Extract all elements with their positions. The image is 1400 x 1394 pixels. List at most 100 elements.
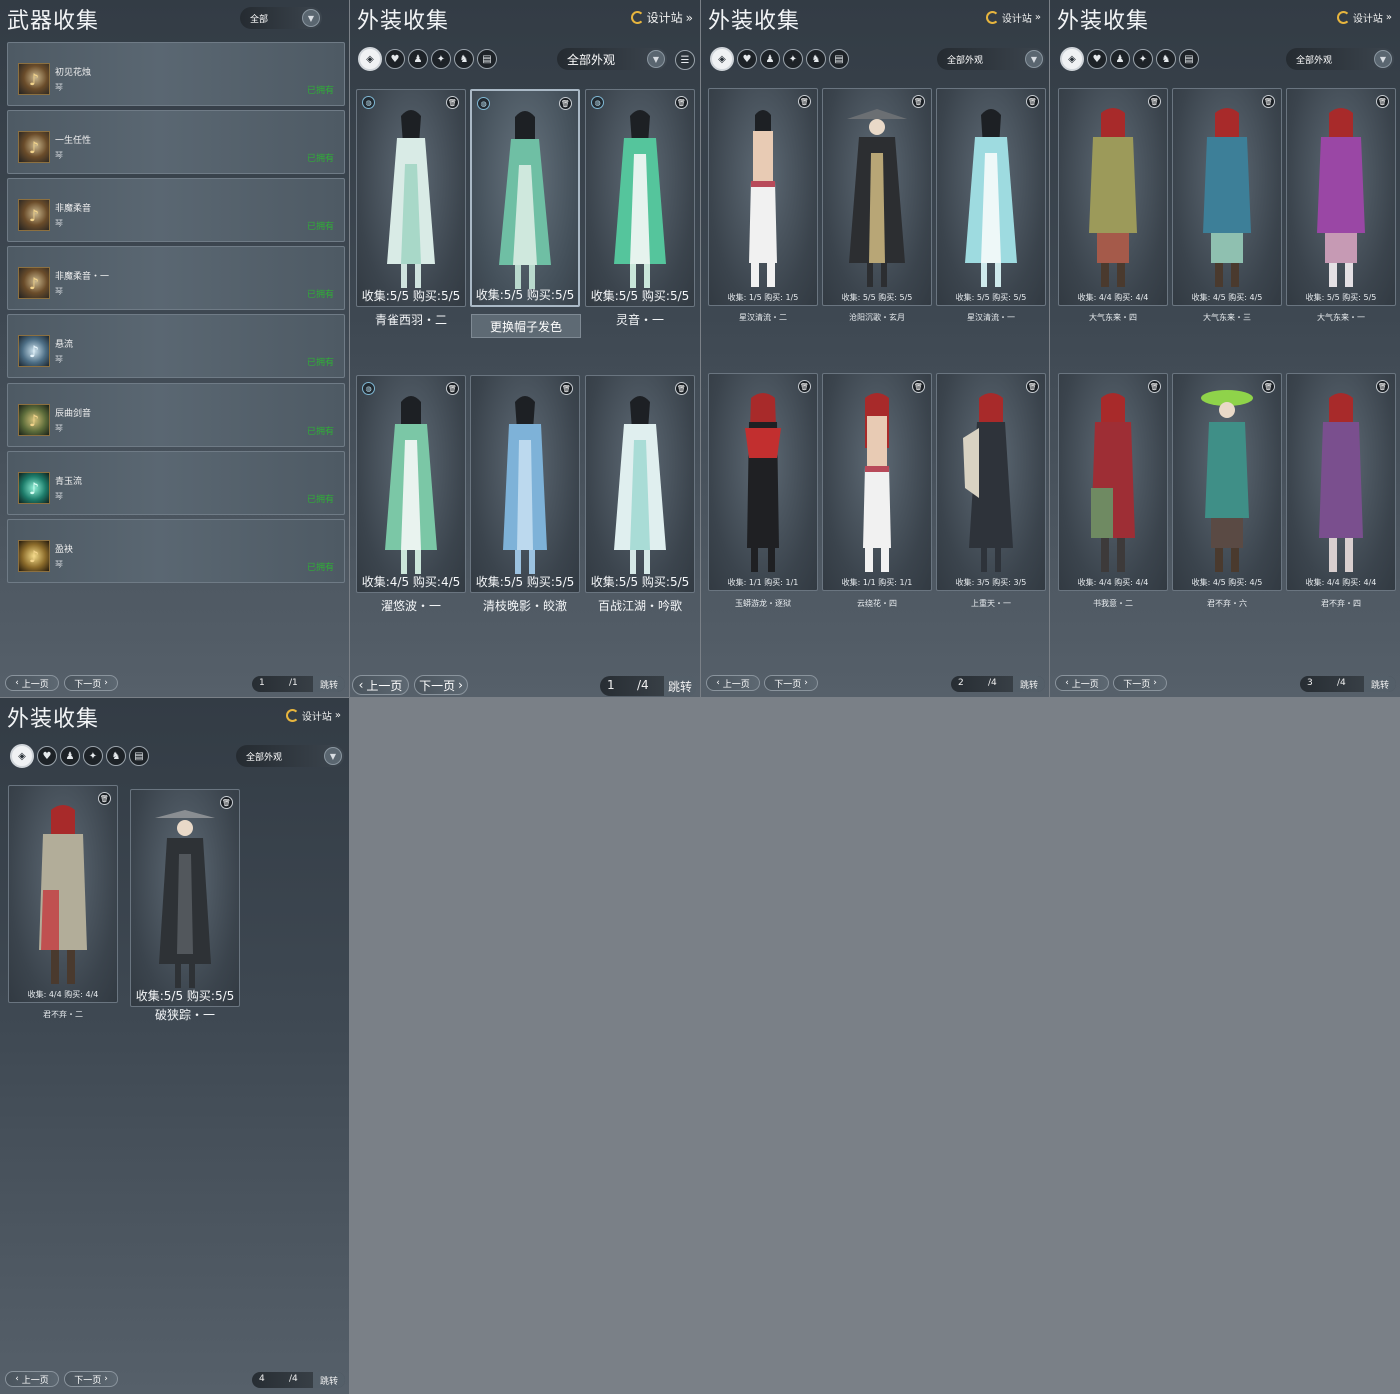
all-category-icon[interactable]: ◈ [1060,47,1084,71]
design-site-link[interactable]: 设计站 » [1336,10,1392,25]
trash-icon[interactable]: 🗑 [220,796,233,809]
outfit-card[interactable]: 🗑 收集: 4/4 购买: 4/4 [1058,373,1168,591]
outfit-filter-dropdown[interactable]: 全部外观 ▼ [557,48,667,70]
hat-dye-icon[interactable]: ◍ [362,382,375,395]
clothing-icon[interactable]: ♥ [385,49,405,69]
outfit-card[interactable]: 🗑 收集: 4/5 购买: 4/5 [1172,88,1282,306]
trash-icon[interactable]: 🗑 [1148,95,1161,108]
hair-icon[interactable]: ♟ [760,49,780,69]
all-category-icon[interactable]: ◈ [358,47,382,71]
jump-button[interactable]: 跳转 [313,676,345,692]
page-input[interactable]: 3 [1307,678,1313,688]
trash-icon[interactable]: 🗑 [798,380,811,393]
trash-icon[interactable]: 🗑 [912,95,925,108]
outfit-card[interactable]: 🗑 收集: 5/5 购买: 5/5 [936,88,1046,306]
trash-icon[interactable]: 🗑 [1026,95,1039,108]
outfit-card[interactable]: 🗑 收集:5/5 购买:5/5 [585,375,695,593]
outfit-card-selected[interactable]: ◍ 🗑 收集:5/5 购买:5/5 [470,89,580,307]
outfit-filter-dropdown[interactable]: 全部外观 ▼ [236,745,344,767]
hair-icon[interactable]: ♟ [1110,49,1130,69]
page-input[interactable]: 4 [259,1374,265,1384]
jump-button[interactable]: 跳转 [313,1372,345,1388]
prev-page-button[interactable]: ‹ 上一页 [1055,675,1109,691]
jump-button[interactable]: 跳转 [1013,676,1045,692]
design-site-link[interactable]: 设计站 » [285,708,341,723]
outfit-card[interactable]: ◍ 🗑 收集:5/5 购买:5/5 [356,89,466,307]
trash-icon[interactable]: 🗑 [1026,380,1039,393]
outfit-card[interactable]: 🗑 收集: 4/4 购买: 4/4 [1058,88,1168,306]
trash-icon[interactable]: 🗑 [675,382,688,395]
outfit-card[interactable]: 🗑 收集: 5/5 购买: 5/5 [822,88,932,306]
hat-dye-icon[interactable]: ◍ [362,96,375,109]
outfit-card[interactable]: 🗑 收集: 4/4 购买: 4/4 [1286,373,1396,591]
outfit-card[interactable]: 🗑 收集: 5/5 购买: 5/5 [1286,88,1396,306]
outfit-card[interactable]: 🗑 收集: 3/5 购买: 3/5 [936,373,1046,591]
design-site-link[interactable]: 设计站 » [630,9,693,26]
next-page-button[interactable]: 下一页 › [764,675,818,691]
feather-icon[interactable]: ✦ [83,746,103,766]
outfit-card[interactable]: 🗑 收集:5/5 购买:5/5 [130,789,240,1007]
weapon-filter-dropdown[interactable]: 全部 ▼ [240,7,322,29]
trash-icon[interactable]: 🗑 [98,792,111,805]
mount-icon[interactable]: ♞ [454,49,474,69]
outfit-filter-dropdown[interactable]: 全部外观 ▼ [1286,48,1394,70]
prev-page-button[interactable]: ‹ 上一页 [706,675,760,691]
prev-page-button[interactable]: ‹ 上一页 [352,675,409,695]
page-input[interactable]: 2 [958,678,964,688]
change-hat-color-tooltip[interactable]: 更换帽子发色 [471,314,581,338]
trash-icon[interactable]: 🗑 [798,95,811,108]
trash-icon[interactable]: 🗑 [675,96,688,109]
scroll-icon[interactable]: ▤ [477,49,497,69]
trash-icon[interactable]: 🗑 [1262,95,1275,108]
prev-page-button[interactable]: ‹ 上一页 [5,1371,59,1387]
all-category-icon[interactable]: ◈ [10,744,34,768]
page-input[interactable]: 1 [259,678,265,688]
trash-icon[interactable]: 🗑 [1376,380,1389,393]
clothing-icon[interactable]: ♥ [1087,49,1107,69]
weapon-item[interactable]: ♪ 盈袂 琴 已拥有 [7,519,345,583]
next-page-button[interactable]: 下一页 › [414,675,468,695]
sort-filter-icon[interactable]: ☰ [675,50,695,70]
next-page-button[interactable]: 下一页 › [64,1371,118,1387]
weapon-item[interactable]: ♪ 非魔柔音 琴 已拥有 [7,178,345,242]
outfit-card[interactable]: 🗑 收集: 4/4 购买: 4/4 [8,785,118,1003]
weapon-item[interactable]: ♪ 初见花烛 琴 已拥有 [7,42,345,106]
trash-icon[interactable]: 🗑 [1148,380,1161,393]
mount-icon[interactable]: ♞ [806,49,826,69]
hair-icon[interactable]: ♟ [60,746,80,766]
scroll-icon[interactable]: ▤ [829,49,849,69]
outfit-card[interactable]: ◍ 🗑 收集:4/5 购买:4/5 [356,375,466,593]
all-category-icon[interactable]: ◈ [710,47,734,71]
weapon-item[interactable]: ♪ 悬流 琴 已拥有 [7,314,345,378]
next-page-button[interactable]: 下一页 › [1113,675,1167,691]
feather-icon[interactable]: ✦ [1133,49,1153,69]
weapon-item[interactable]: ♪ 非魔柔音・一 琴 已拥有 [7,246,345,310]
trash-icon[interactable]: 🗑 [1376,95,1389,108]
outfit-card[interactable]: 🗑 收集: 1/5 购买: 1/5 [708,88,818,306]
scroll-icon[interactable]: ▤ [1179,49,1199,69]
mount-icon[interactable]: ♞ [1156,49,1176,69]
outfit-card[interactable]: 🗑 收集: 1/1 购买: 1/1 [708,373,818,591]
scroll-icon[interactable]: ▤ [129,746,149,766]
trash-icon[interactable]: 🗑 [446,382,459,395]
feather-icon[interactable]: ✦ [431,49,451,69]
feather-icon[interactable]: ✦ [783,49,803,69]
hair-icon[interactable]: ♟ [408,49,428,69]
jump-button[interactable]: 跳转 [1364,676,1396,692]
outfit-card[interactable]: ◍ 🗑 收集:5/5 购买:5/5 [585,89,695,307]
outfit-card[interactable]: 🗑 收集: 1/1 购买: 1/1 [822,373,932,591]
outfit-card[interactable]: 🗑 收集:5/5 购买:5/5 [470,375,580,593]
weapon-item[interactable]: ♪ 辰曲剑音 琴 已拥有 [7,383,345,447]
jump-button[interactable]: 跳转 [664,676,696,696]
trash-icon[interactable]: 🗑 [446,96,459,109]
hat-dye-icon[interactable]: ◍ [477,97,490,110]
mount-icon[interactable]: ♞ [106,746,126,766]
trash-icon[interactable]: 🗑 [912,380,925,393]
weapon-item[interactable]: ♪ 青玉流 琴 已拥有 [7,451,345,515]
clothing-icon[interactable]: ♥ [737,49,757,69]
clothing-icon[interactable]: ♥ [37,746,57,766]
trash-icon[interactable]: 🗑 [1262,380,1275,393]
prev-page-button[interactable]: ‹ 上一页 [5,675,59,691]
outfit-filter-dropdown[interactable]: 全部外观 ▼ [937,48,1045,70]
weapon-item[interactable]: ♪ 一生任性 琴 已拥有 [7,110,345,174]
